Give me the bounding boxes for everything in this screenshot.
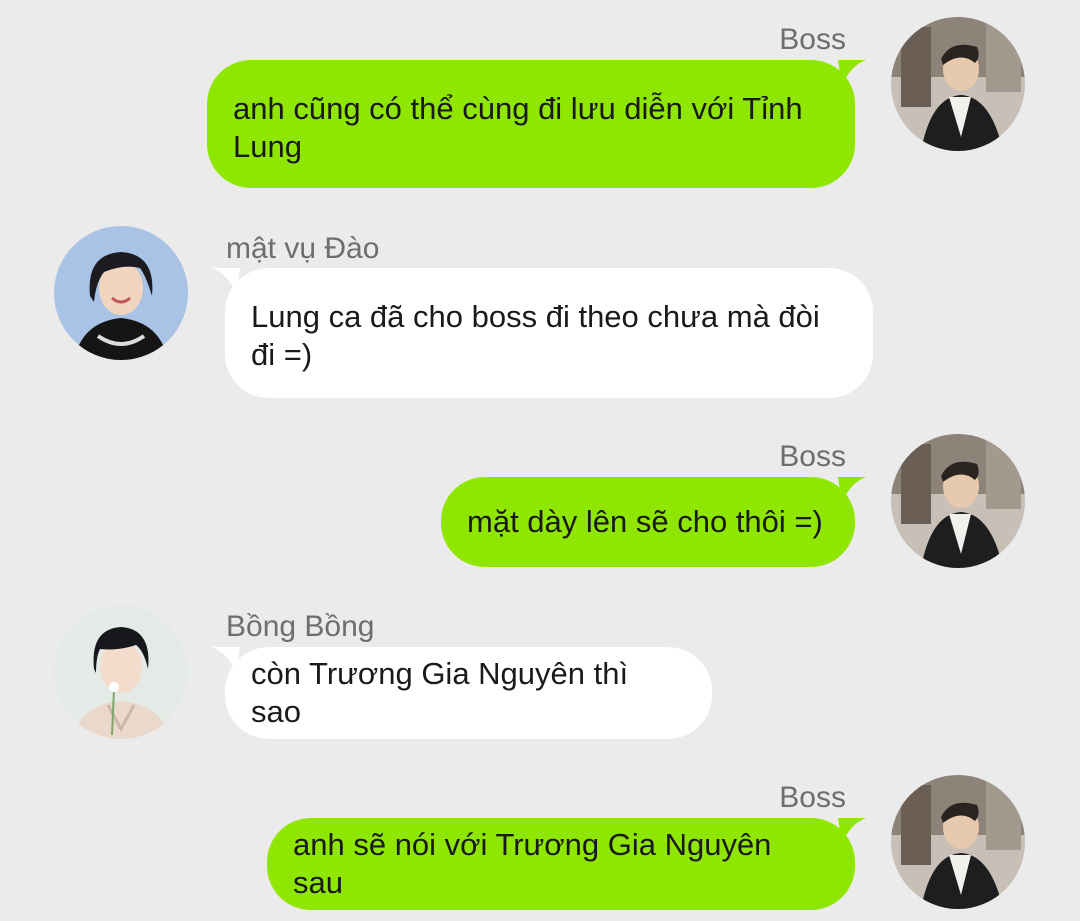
message-text-line: còn Trương Gia Nguyên thì sao bbox=[251, 656, 629, 729]
sender-name: mật vụ Đào bbox=[226, 232, 380, 265]
dao-avatar[interactable] bbox=[54, 226, 188, 360]
bubble-tail bbox=[838, 477, 866, 505]
message-text-line: đi =) bbox=[251, 337, 313, 372]
sender-name: Boss bbox=[779, 440, 846, 473]
message-text-line: anh sẽ nói với Trương Gia Nguyên sau bbox=[293, 827, 772, 900]
sender-name: Boss bbox=[779, 23, 846, 56]
boss-avatar[interactable] bbox=[891, 17, 1025, 151]
message-bubble[interactable]: anh sẽ nói với Trương Gia Nguyên sau bbox=[267, 818, 855, 910]
sender-name: Boss bbox=[779, 781, 846, 814]
bubble-tail bbox=[838, 818, 866, 846]
boss-avatar[interactable] bbox=[891, 434, 1025, 568]
message-text-line: Lung ca đã cho boss đi theo chưa mà đòi bbox=[251, 299, 820, 334]
message-text-line: Lung bbox=[233, 129, 302, 164]
bubble-tail bbox=[838, 60, 866, 88]
bong-avatar[interactable] bbox=[54, 605, 188, 739]
sender-name: Bồng Bồng bbox=[226, 610, 375, 643]
boss-avatar[interactable] bbox=[891, 775, 1025, 909]
message-bubble[interactable]: còn Trương Gia Nguyên thì sao bbox=[225, 647, 712, 739]
message-bubble[interactable]: anh cũng có thể cùng đi lưu diễn với Tỉn… bbox=[207, 60, 855, 188]
message-text-line: mặt dày lên sẽ cho thôi =) bbox=[467, 504, 823, 539]
message-text-line: anh cũng có thể cùng đi lưu diễn với Tỉn… bbox=[233, 91, 803, 126]
message-bubble[interactable]: Lung ca đã cho boss đi theo chưa mà đòi … bbox=[225, 268, 873, 398]
message-bubble[interactable]: mặt dày lên sẽ cho thôi =) bbox=[441, 477, 855, 567]
chat-conversation[interactable]: Boss anh cũng có thể cùng đi lưu diễn vớ… bbox=[0, 0, 1080, 921]
